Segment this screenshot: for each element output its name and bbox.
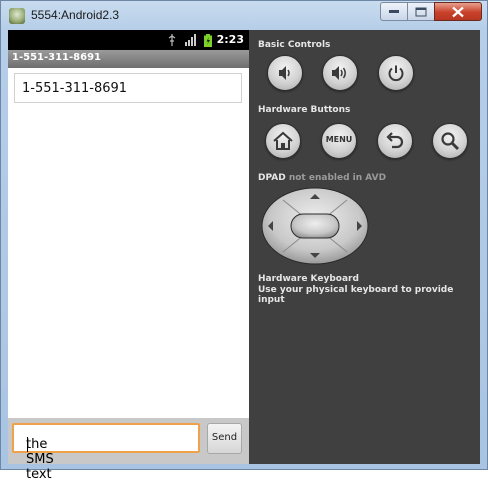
- title-bar[interactable]: 5554:Android2.3: [1, 1, 487, 31]
- search-button[interactable]: [432, 123, 468, 159]
- conversation-title: 1-551-311-8691: [12, 52, 101, 63]
- send-button-label: Send: [211, 432, 238, 443]
- hardware-keyboard-label: Hardware Keyboard: [258, 274, 359, 284]
- minimize-icon: [389, 9, 399, 13]
- back-icon: [386, 132, 404, 149]
- status-clock: 2:23: [216, 33, 244, 46]
- recipient-field[interactable]: 1-551-311-8691: [14, 73, 242, 103]
- maximize-icon: [415, 7, 427, 16]
- dpad-label: DPAD not enabled in AVD: [258, 173, 387, 183]
- volume-down-icon: [279, 66, 290, 80]
- emulator-client-area: 2:23 1-551-311-8691 1-551-311-8691 the S…: [8, 30, 480, 482]
- hardware-keyboard-note: Use your physical keyboard to provide in…: [258, 285, 454, 305]
- usb-icon: [168, 34, 176, 46]
- basic-controls-label: Basic Controls: [258, 40, 331, 50]
- back-button[interactable]: [377, 123, 413, 159]
- send-button[interactable]: Send: [207, 423, 242, 454]
- conversation-header: 1-551-311-8691: [8, 50, 249, 68]
- home-button[interactable]: [265, 123, 301, 159]
- menu-button-label: MENU: [325, 135, 353, 144]
- dpad-note: not enabled in AVD: [288, 173, 387, 183]
- minimize-button[interactable]: [380, 2, 408, 21]
- recipient-value: 1-551-311-8691: [22, 81, 128, 96]
- status-bar: 2:23: [8, 30, 249, 50]
- battery-icon: [204, 34, 212, 47]
- signal-icon: [185, 34, 196, 46]
- hardware-buttons-label: Hardware Buttons: [258, 105, 351, 115]
- search-icon: [441, 132, 460, 151]
- home-icon: [273, 131, 293, 150]
- maximize-button[interactable]: [407, 2, 435, 21]
- volume-up-icon: [332, 66, 346, 80]
- compose-bar: the SMS text Send: [8, 418, 249, 482]
- volume-down-button[interactable]: [267, 55, 303, 91]
- dpad-graphic: [261, 187, 369, 265]
- menu-button[interactable]: MENU: [321, 123, 357, 159]
- sms-text-input[interactable]: the SMS text: [12, 423, 200, 482]
- text-caret: [27, 437, 28, 452]
- emulator-window: 5554:Android2.3 2:23 1-551-311-8691 1-55…: [0, 0, 488, 482]
- controls-panel: Basic Controls Hardware Buttons MENU DPA…: [249, 30, 480, 464]
- phone-screen: 2:23 1-551-311-8691 1-551-311-8691 the S…: [8, 30, 249, 482]
- close-button[interactable]: [434, 2, 482, 21]
- power-icon: [388, 65, 404, 82]
- dpad[interactable]: [261, 187, 369, 265]
- close-icon: [452, 6, 464, 17]
- volume-up-button[interactable]: [322, 55, 358, 91]
- android-app-icon: [9, 8, 25, 24]
- window-title: 5554:Android2.3: [31, 8, 120, 22]
- power-button[interactable]: [378, 55, 414, 91]
